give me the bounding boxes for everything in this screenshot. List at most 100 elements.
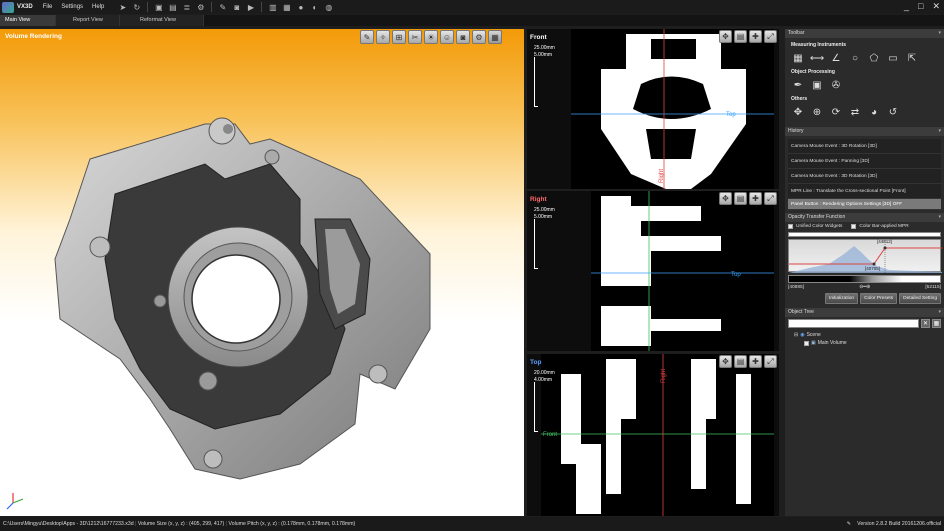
menu-settings[interactable]: Settings (61, 4, 83, 10)
crosshair-icon[interactable]: ✚ (749, 30, 762, 43)
colorbar-mpr-checkbox[interactable] (851, 224, 857, 229)
menu-help[interactable]: Help (92, 4, 104, 10)
menu-file[interactable]: File (43, 4, 53, 10)
tree-options-icon[interactable]: ▦ (932, 319, 941, 328)
scale-label: 4.00mm (534, 377, 553, 383)
pin-icon[interactable]: ▾ (938, 213, 941, 222)
zoom-icon[interactable]: ⊕ (810, 105, 824, 119)
other-tools: ✥ ⊕ ⟳ ⇄ ◕ ↺ (785, 105, 944, 119)
rotate-icon[interactable]: ↻ (131, 2, 142, 12)
pan-icon[interactable]: ✥ (719, 355, 732, 368)
polygon-icon[interactable]: ⬠ (867, 51, 881, 65)
rotate-icon[interactable]: ⟳ (829, 105, 843, 119)
expand-icon[interactable]: ⤢ (764, 192, 777, 205)
measure-icon[interactable]: ✎ (217, 2, 228, 12)
palette-icon[interactable]: ◐ (309, 2, 320, 12)
close-button[interactable]: ✕ (932, 1, 940, 12)
expand-icon[interactable]: ⊟ (794, 332, 798, 338)
tree-node-scene[interactable]: ⊟ ◉ Scene (788, 331, 941, 339)
otf-slider-handle[interactable]: ⊖━⊕ (859, 285, 870, 290)
history-item[interactable]: MPR Line : Translate the Cross-sectional… (788, 184, 941, 199)
pin-icon[interactable]: ▾ (938, 308, 941, 317)
move-icon[interactable]: ✥ (791, 105, 805, 119)
crosshair-icon[interactable]: ✚ (749, 192, 762, 205)
edit-icon[interactable]: ✎ (847, 517, 851, 531)
visibility-checkbox[interactable] (804, 340, 809, 346)
globe-icon[interactable]: ◍ (323, 2, 334, 12)
toolbar-divider (261, 2, 263, 12)
pin-icon[interactable]: ▾ (938, 127, 941, 136)
chart-icon[interactable]: ▥ (267, 2, 278, 12)
history-item[interactable]: Camera Mouse Event : Panning [3D] (788, 154, 941, 169)
tab-main-view[interactable]: Main View (0, 15, 56, 26)
tab-report-view[interactable]: Report View (56, 15, 120, 26)
expand-icon[interactable]: ⤢ (764, 355, 777, 368)
mpr-front-view[interactable]: Top Right Front 25.00mm 5.00mm ✥ ▤ ✚ ⤢ (527, 29, 779, 189)
clear-icon[interactable]: ✕ (921, 319, 930, 328)
panel-header-label: Toolbar (788, 30, 805, 36)
note-icon[interactable]: ▭ (886, 51, 900, 65)
pin-icon[interactable]: ▾ (938, 29, 941, 38)
layers-icon[interactable]: ≣ (181, 2, 192, 12)
tree-node-main-volume[interactable]: ▣ Main Volume (788, 339, 941, 347)
front-slice-shape: Top Right (571, 29, 774, 189)
history-item[interactable]: Camera Mouse Event : 3D Rotation [3D] (788, 139, 941, 154)
svg-text:Front: Front (543, 432, 557, 438)
mpr-right-view[interactable]: Top Right 25.00mm 5.00mm ✥ ▤ ✚ ⤢ (527, 191, 779, 351)
mpr-front-scale: 25.00mm 5.00mm (534, 45, 555, 59)
grid-measure-icon[interactable]: ▦ (791, 51, 805, 65)
otf-buttons: Initialization Color Presets Detailed Se… (788, 293, 941, 304)
top-slice-image: Front Right (541, 354, 774, 516)
save-icon[interactable]: ▣ (153, 2, 164, 12)
layout-icon[interactable]: ▤ (734, 192, 747, 205)
maximize-button[interactable]: □ (918, 1, 923, 12)
angle-icon[interactable]: ∠ (829, 51, 843, 65)
camera-icon[interactable]: ◙ (231, 2, 242, 12)
tab-reformat-view[interactable]: Reformat View (120, 15, 204, 26)
color-presets-button[interactable]: Color Presets (860, 293, 898, 304)
export-icon[interactable]: ⇱ (905, 51, 919, 65)
object-tree-header: Object Tree ▾ (785, 308, 944, 317)
volume-crop-icon[interactable]: ▣ (810, 78, 824, 92)
reset-icon[interactable]: ↺ (886, 105, 900, 119)
grid-icon[interactable]: ▦ (281, 2, 292, 12)
pan-icon[interactable]: ✥ (719, 30, 732, 43)
otf-options: Unified Color Widgets Color Bar-applied … (788, 224, 941, 229)
main-toolbar: ➤ ↻ ▣ ▤ ≣ ⚙ ✎ ◙ ▶ ▥ ▦ ● ◐ ◍ (117, 2, 334, 12)
color-icon[interactable]: ◕ (867, 105, 881, 119)
circle-icon[interactable]: ○ (848, 51, 862, 65)
minimize-button[interactable]: _ (904, 1, 909, 12)
sculpt-icon[interactable]: ✇ (829, 78, 843, 92)
sphere-icon[interactable]: ● (295, 2, 306, 12)
otf-window-slider[interactable] (788, 232, 941, 237)
eyedropper-icon[interactable]: ✒ (791, 78, 805, 92)
volume-rendering-view[interactable]: Volume Rendering ✎ ✧ ⊞ ✂ ☀ ☺ ◙ ⚙ ▦ (0, 29, 524, 516)
otf-min-value: [40885] (788, 285, 805, 290)
others-title: Others (791, 96, 808, 102)
initialization-button[interactable]: Initialization (824, 293, 859, 304)
otf-graph[interactable]: [44812] [40705] (788, 239, 942, 273)
flip-icon[interactable]: ⇄ (848, 105, 862, 119)
crosshair-icon[interactable]: ✚ (749, 355, 762, 368)
scale-label: 5.00mm (534, 214, 553, 220)
line-icon[interactable]: ⟷ (810, 51, 824, 65)
expand-icon[interactable]: ⤢ (764, 30, 777, 43)
layout-icon[interactable]: ▤ (734, 30, 747, 43)
folder-icon[interactable]: ▤ (167, 2, 178, 12)
pan-icon[interactable]: ✥ (719, 192, 732, 205)
history-item[interactable]: Camera Mouse Event : 3D Rotation [3D] (788, 169, 941, 184)
otf-gradient-bar[interactable] (788, 275, 941, 283)
scale-label: 5.00mm (534, 52, 553, 58)
tree-search-input[interactable] (788, 319, 919, 328)
gear-icon[interactable]: ⚙ (195, 2, 206, 12)
unified-color-checkbox[interactable] (788, 224, 793, 229)
status-volume-size: Volume Size (x, y, z) : (405, 299, 417) (137, 521, 225, 527)
layout-icon[interactable]: ▤ (734, 355, 747, 368)
side-panel: Toolbar ▾ Measuring Instruments ▦ ⟷ ∠ ○ … (785, 29, 944, 516)
video-icon[interactable]: ▶ (245, 2, 256, 12)
app-title: VX3D (17, 4, 33, 10)
detailed-setting-button[interactable]: Detailed Setting (899, 293, 941, 304)
mpr-top-view[interactable]: Front Right Top 20.00mm 4.00mm ✥ ▤ ✚ ⤢ (527, 354, 779, 516)
pointer-icon[interactable]: ➤ (117, 2, 128, 12)
history-item-selected[interactable]: Panel Button : Rendering Options Setting… (788, 199, 941, 210)
